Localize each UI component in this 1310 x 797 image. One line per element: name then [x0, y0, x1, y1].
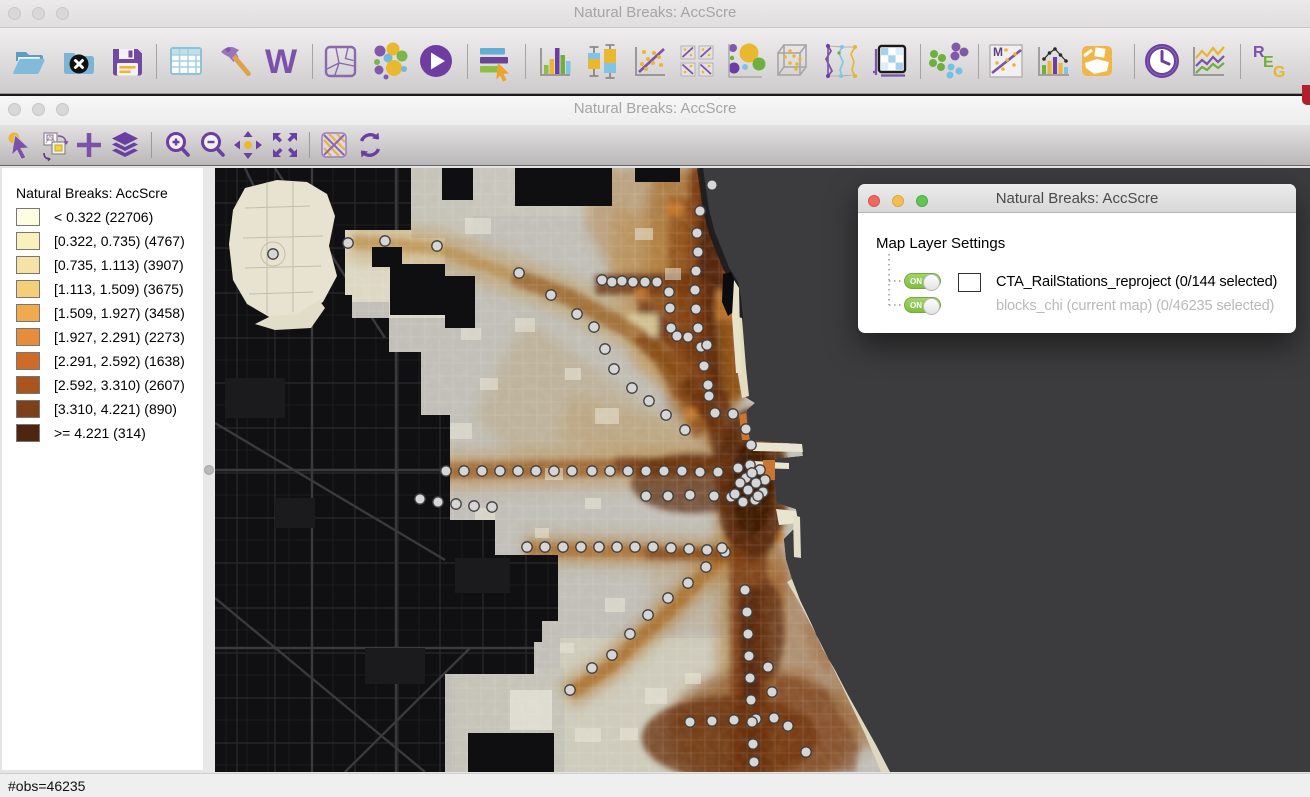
svg-text:M: M — [993, 45, 1003, 59]
svg-text:G: G — [1273, 64, 1285, 81]
svg-text:W: W — [265, 43, 298, 81]
